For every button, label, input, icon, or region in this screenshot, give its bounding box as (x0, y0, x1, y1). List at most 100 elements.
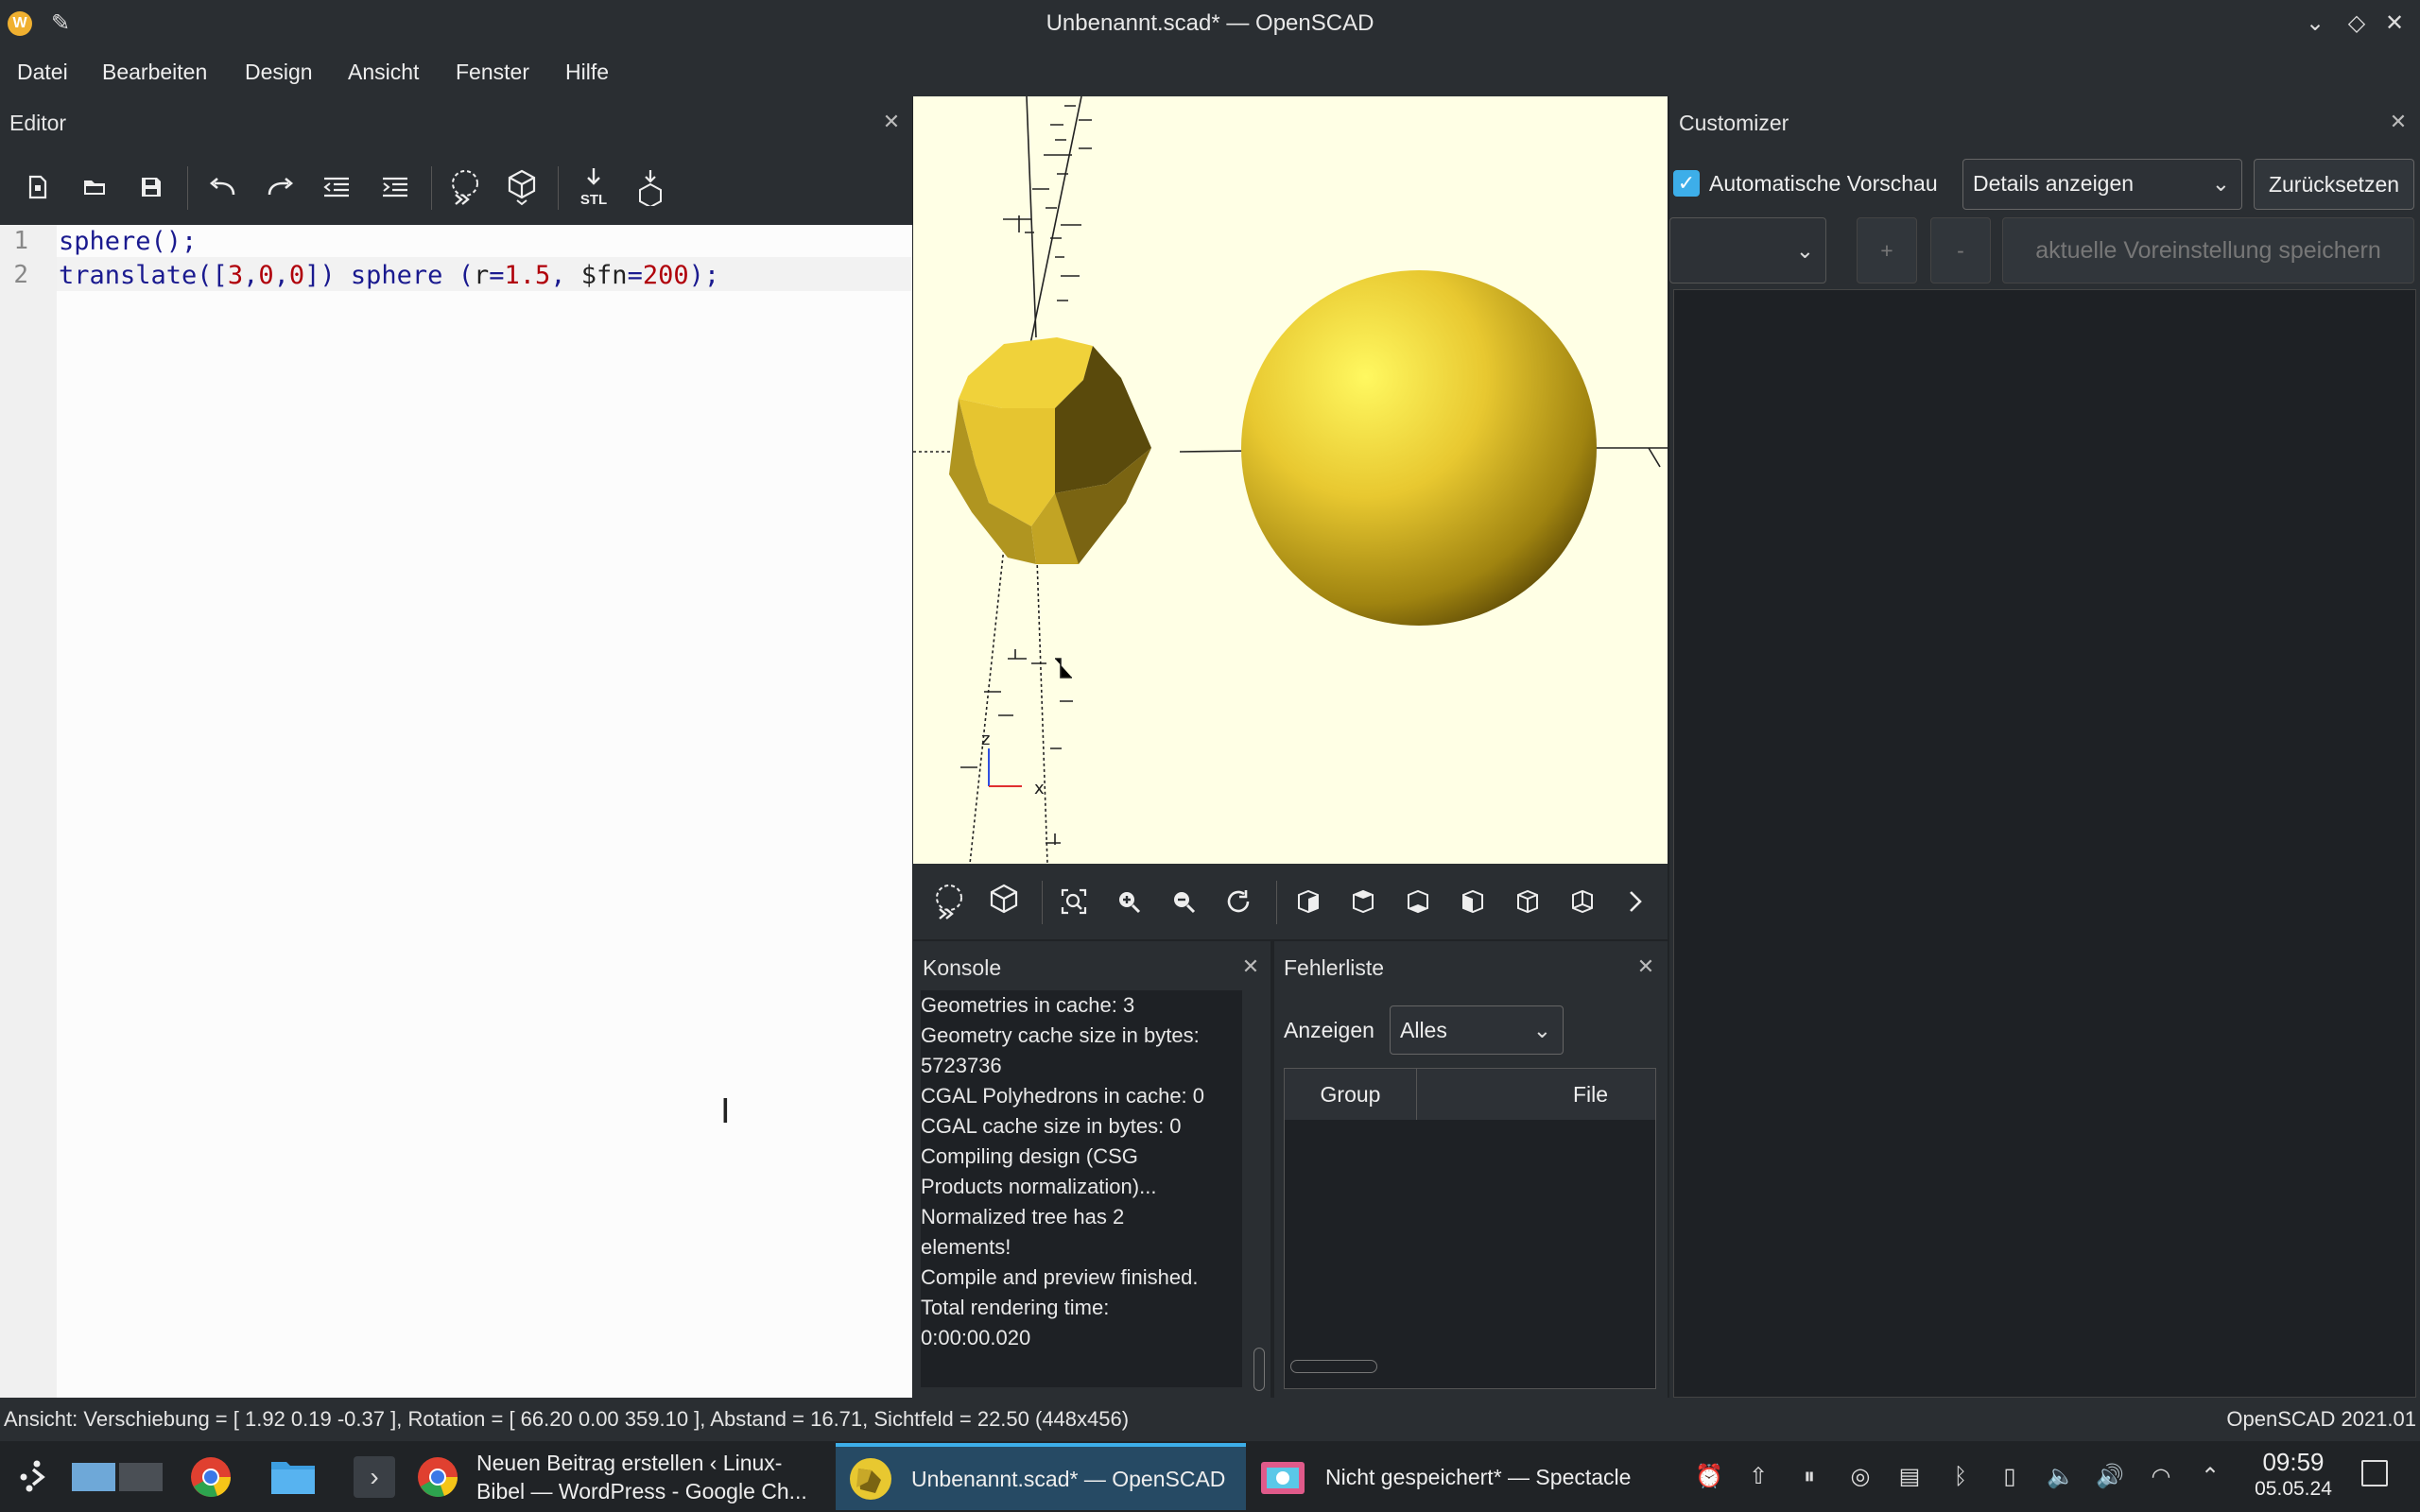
menu-hilfe[interactable]: Hilfe (565, 47, 609, 96)
view-bottom-icon[interactable] (1395, 877, 1441, 926)
minimize-icon[interactable]: ⌄ (2299, 8, 2331, 40)
error-filter-select[interactable]: Alles ⌄ (1390, 1005, 1564, 1055)
preview-icon[interactable] (442, 163, 488, 212)
bluetooth-icon[interactable]: ᛒ (1945, 1462, 1976, 1492)
chrome-icon[interactable] (182, 1443, 240, 1510)
open-file-icon[interactable] (72, 163, 117, 212)
toolbar-separator (558, 166, 559, 210)
code-line-2[interactable]: translate([3,0,0]) sphere (r=1.5, $fn=20… (59, 261, 719, 290)
view-top-icon[interactable] (1340, 877, 1386, 926)
app-launcher-icon[interactable] (11, 1443, 62, 1510)
view-left-icon[interactable] (1450, 877, 1495, 926)
error-list-dock: Fehlerliste ✕ Anzeigen Alles ⌄ Group Fil… (1274, 941, 1668, 1398)
menu-design[interactable]: Design (245, 47, 313, 96)
editor-dock: Editor ✕ STL 1 2 sphere(); translate([3,… (0, 96, 912, 1398)
add-preset-button[interactable]: + (1857, 217, 1917, 284)
save-icon[interactable] (129, 163, 174, 212)
editor-close-icon[interactable]: ✕ (879, 110, 904, 134)
save-preset-button[interactable]: aktuelle Voreinstellung speichern (2002, 217, 2414, 284)
customizer-close-icon[interactable]: ✕ (2386, 110, 2411, 134)
details-select[interactable]: Details anzeigen ⌄ (1962, 159, 2242, 210)
console-scrollbar[interactable] (1253, 1348, 1265, 1391)
task-openscad[interactable]: Unbenannt.scad* — OpenSCAD (836, 1443, 1246, 1510)
wifi-icon[interactable]: ◠ (2146, 1462, 2176, 1492)
console-line: CGAL Polyhedrons in cache: 0 (921, 1084, 1205, 1108)
view-right-icon[interactable] (1286, 877, 1331, 926)
taskbar: › Neuen Beitrag erstellen ‹ Linux- Bibel… (0, 1441, 2420, 1512)
terminal-icon[interactable]: › (346, 1443, 403, 1510)
menu-datei[interactable]: Datei (17, 47, 68, 96)
new-file-icon[interactable] (15, 163, 60, 212)
menu-fenster[interactable]: Fenster (456, 47, 529, 96)
more-chevron-icon[interactable] (1613, 877, 1658, 926)
undo-icon[interactable] (200, 163, 246, 212)
media-pause-icon[interactable]: ⏸ (1794, 1462, 1824, 1492)
disk-icon[interactable]: ◎ (1845, 1462, 1876, 1492)
zoom-out-icon[interactable] (1161, 877, 1206, 926)
clock[interactable]: 09:59 05.05.24 (2244, 1447, 2342, 1502)
preview-icon[interactable] (926, 877, 972, 926)
status-bar: Ansicht: Verschiebung = [ 1.92 0.19 -0.3… (0, 1398, 2420, 1441)
smooth-sphere (1241, 270, 1597, 626)
task-browser[interactable]: Neuen Beitrag erstellen ‹ Linux- Bibel —… (416, 1443, 832, 1510)
console-close-icon[interactable]: ✕ (1238, 954, 1263, 979)
low-poly-sphere (949, 337, 1151, 564)
maximize-icon[interactable]: ◇ (2341, 8, 2373, 40)
menu-bearbeiten[interactable]: Bearbeiten (102, 47, 207, 96)
window-title: Unbenannt.scad* — OpenSCAD (1046, 10, 1374, 36)
spectacle-icon (1261, 1461, 1305, 1494)
task-spectacle[interactable]: Nicht gespeichert* — Spectacle (1250, 1443, 1656, 1510)
zoom-in-icon[interactable] (1106, 877, 1151, 926)
preset-select[interactable]: ⌄ (1669, 217, 1826, 284)
auto-preview-checkbox[interactable]: ✓ (1673, 170, 1700, 197)
tray-expand-chevron-icon[interactable]: ⌃ (2195, 1462, 2225, 1492)
send-to-printer-icon[interactable] (628, 163, 673, 212)
remove-preset-button[interactable]: - (1930, 217, 1991, 284)
indent-icon[interactable] (372, 163, 418, 212)
render-icon[interactable] (981, 877, 1027, 926)
svg-text:x: x (1034, 779, 1045, 799)
clipboard-icon[interactable]: ▤ (1894, 1462, 1925, 1492)
console-line: Products normalization)... (921, 1175, 1157, 1198)
view-all-icon[interactable] (1051, 877, 1097, 926)
3d-viewport[interactable]: z x (913, 96, 1668, 864)
render-icon[interactable] (499, 163, 544, 212)
column-header-file[interactable]: File (1417, 1069, 1655, 1120)
error-table[interactable]: Group File (1284, 1068, 1656, 1389)
view-status-text: Ansicht: Verschiebung = [ 1.92 0.19 -0.3… (4, 1407, 1130, 1431)
close-window-icon[interactable]: ✕ (2378, 8, 2411, 40)
task-label: Unbenannt.scad* — OpenSCAD (911, 1466, 1226, 1491)
console-line: Geometries in cache: 3 (921, 993, 1135, 1017)
view-back-icon[interactable] (1560, 877, 1605, 926)
console-line: elements! (921, 1235, 1011, 1259)
unindent-icon[interactable] (314, 163, 359, 212)
reset-button[interactable]: Zurücksetzen (2254, 159, 2414, 210)
file-manager-icon[interactable] (265, 1443, 321, 1510)
virtual-desktop-pager[interactable] (72, 1443, 170, 1510)
line-number: 2 (13, 261, 28, 289)
audio-icon[interactable]: 🔈 (2046, 1462, 2076, 1492)
error-filter-value: Alles (1400, 1018, 1447, 1042)
error-list-close-icon[interactable]: ✕ (1634, 954, 1658, 979)
update-icon[interactable]: ⇧ (1743, 1462, 1773, 1492)
volume-icon[interactable]: 🔊 (2095, 1462, 2125, 1492)
view-front-icon[interactable] (1505, 877, 1550, 926)
reset-view-icon[interactable] (1216, 877, 1261, 926)
customizer-title: Customizer (1679, 111, 1789, 135)
line-number: 1 (13, 227, 28, 255)
line-number-gutter: 1 2 (0, 225, 57, 1398)
menu-ansicht[interactable]: Ansicht (348, 47, 419, 96)
console-output[interactable]: Geometries in cache: 3 Geometry cache si… (921, 990, 1242, 1387)
error-table-hscrollbar[interactable] (1290, 1360, 1377, 1373)
alarm-icon[interactable]: ⏰ (1694, 1462, 1724, 1492)
code-line-1[interactable]: sphere(); (59, 227, 197, 256)
show-desktop-icon[interactable] (2361, 1460, 2392, 1490)
export-stl-icon[interactable]: STL (571, 163, 616, 212)
console-line: Total rendering time: (921, 1296, 1110, 1319)
clock-time: 09:59 (2262, 1448, 2325, 1476)
code-editor[interactable]: 1 2 sphere(); translate([3,0,0]) sphere … (0, 225, 912, 1398)
phone-connect-icon[interactable]: ▯ (1995, 1462, 2025, 1492)
redo-icon[interactable] (257, 163, 302, 212)
column-header-group[interactable]: Group (1285, 1069, 1417, 1120)
console-line: Compiling design (CSG (921, 1144, 1138, 1168)
